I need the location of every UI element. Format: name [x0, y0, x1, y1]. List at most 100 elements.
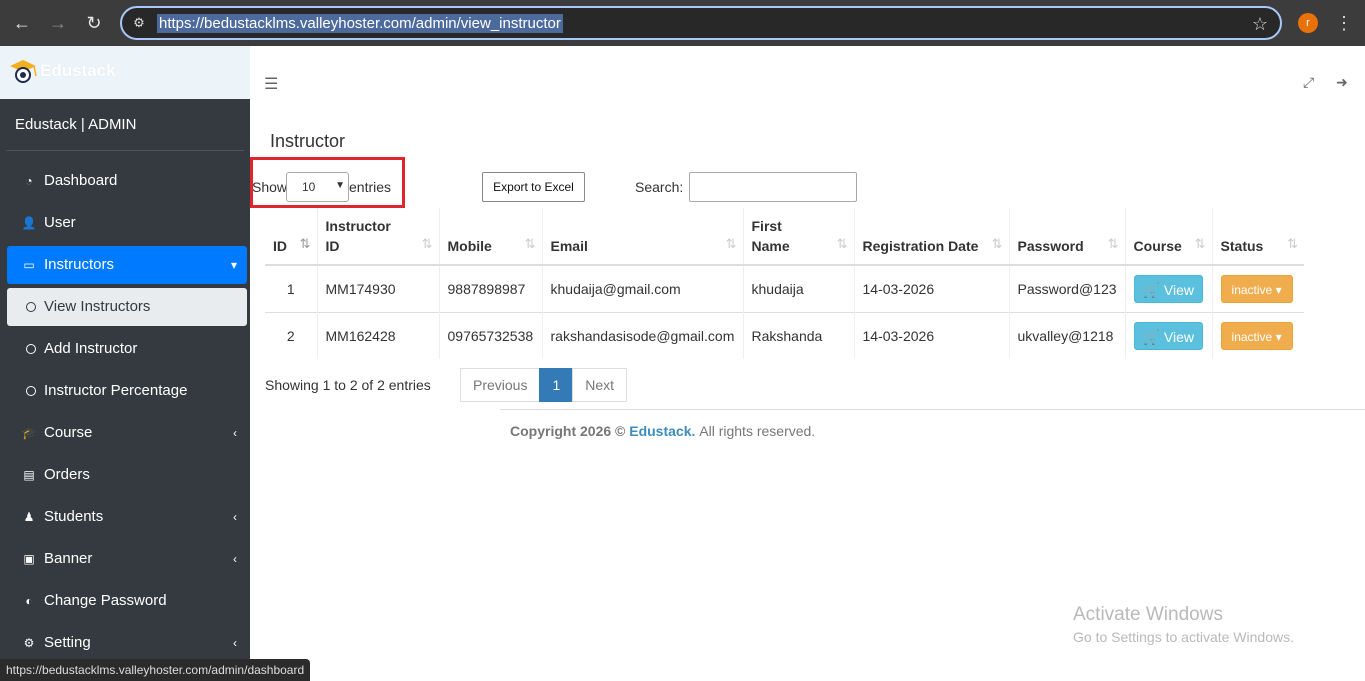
sidebar-item-instructor-percentage[interactable]: Instructor Percentage	[7, 372, 247, 410]
banner-icon: ▣	[23, 552, 35, 566]
course-icon: 🎓	[21, 426, 37, 440]
header-label: Mobile	[447, 238, 492, 254]
sidebar-item-user[interactable]: 👤 User	[7, 204, 247, 242]
sidebar-item-label: Students	[44, 508, 104, 525]
entries-label: entries	[349, 179, 392, 195]
bookmark-star-icon[interactable]: ☆	[1252, 12, 1268, 36]
page-title: Instructor	[270, 131, 346, 151]
sidebar-item-label: Dashboard	[44, 172, 118, 189]
header-label: Status	[1220, 238, 1264, 254]
chevron-left-icon: ‹	[233, 510, 237, 524]
circle-icon	[26, 302, 36, 312]
main-content: ☰ ⤢ ➜ Instructor Show 10 ▼ entries Expor…	[250, 46, 1365, 681]
header-label: First Name	[751, 218, 790, 254]
search-input[interactable]	[689, 172, 857, 202]
export-excel-button[interactable]: Export to Excel	[482, 172, 585, 202]
sidebar-item-label: Banner	[44, 550, 93, 567]
chevron-down-icon: ▾	[230, 258, 237, 272]
sidebar-item-label: Setting	[44, 634, 91, 651]
orders-icon: ▤	[23, 468, 35, 482]
sidebar-item-label: Instructor Percentage	[44, 382, 188, 399]
th-course[interactable]: Course ⇅	[1124, 208, 1213, 266]
sort-icon: ⇅	[725, 236, 737, 251]
reload-icon[interactable]: ↻	[82, 11, 106, 35]
sidebar-item-label: View Instructors	[44, 298, 151, 315]
circle-icon	[26, 386, 36, 396]
browser-status-url: https://bedustacklms.valleyhoster.com/ad…	[0, 659, 311, 681]
sidebar-item-orders[interactable]: ▤ Orders	[7, 456, 247, 494]
sidebar-item-label: Orders	[44, 466, 90, 483]
pagination-previous[interactable]: Previous	[460, 368, 541, 402]
show-label: Show	[252, 179, 288, 195]
students-icon: ♟	[23, 510, 35, 524]
header-label: Email	[550, 238, 588, 254]
th-first-name[interactable]: First Name ⇅	[742, 208, 854, 266]
sidebar-item-students[interactable]: ♟ Students ‹	[7, 498, 247, 536]
chevron-left-icon: ‹	[233, 636, 237, 650]
th-email[interactable]: Email ⇅	[541, 208, 743, 266]
search-label: Search:	[635, 179, 684, 195]
view-course-button[interactable]: 🛒 View	[1133, 321, 1203, 350]
footer-copyright: Copyright 2026 © Edustack. All rights re…	[510, 423, 815, 439]
th-registration-date[interactable]: Registration Date ⇅	[853, 208, 1009, 266]
status-dropdown-button[interactable]: inactive ▾	[1220, 321, 1293, 350]
sort-icon: ⇅	[1194, 236, 1206, 251]
pagination-next[interactable]: Next	[572, 368, 628, 402]
sidebar-item-change-password[interactable]: ◐ Change Password	[7, 582, 247, 620]
pagination: Previous 1 Next	[460, 368, 628, 402]
th-password[interactable]: Password ⇅	[1008, 208, 1126, 266]
header-label: Instructor ID	[325, 218, 391, 254]
sidebar-item-add-instructor[interactable]: Add Instructor	[7, 330, 247, 368]
th-status[interactable]: Status ⇅	[1211, 208, 1305, 266]
sidebar-item-course[interactable]: 🎓 Course ‹	[7, 414, 247, 452]
cell-mobile: 09765732538	[438, 311, 542, 359]
th-id[interactable]: ID ⇅	[265, 208, 317, 266]
user-icon: 👤	[21, 216, 37, 230]
caret-down-icon: ▾	[1275, 282, 1282, 297]
th-instructor-id[interactable]: Instructor ID ⇅	[316, 208, 439, 266]
circle-icon	[26, 344, 36, 354]
forward-icon[interactable]: →	[46, 11, 70, 35]
brand-header[interactable]: Edustack	[0, 46, 250, 99]
profile-avatar[interactable]: r	[1298, 13, 1318, 33]
address-bar[interactable]: ⚙ https://bedustacklms.valleyhoster.com/…	[120, 6, 1282, 40]
logout-icon[interactable]: ➜	[1336, 74, 1348, 91]
view-course-button[interactable]: 🛒 View	[1133, 274, 1203, 303]
cell-status: inactive ▾	[1211, 264, 1305, 312]
sidebar-item-label: User	[44, 214, 76, 231]
copyright-text: Copyright 2026 ©	[510, 423, 626, 439]
status-dropdown-button[interactable]: inactive ▾	[1220, 274, 1293, 303]
pagination-page-1[interactable]: 1	[539, 368, 574, 402]
chevron-left-icon: ‹	[233, 426, 237, 440]
header-label: Registration Date	[862, 238, 979, 254]
entries-value: 10	[302, 180, 316, 194]
menu-toggle-icon[interactable]: ☰	[264, 74, 278, 94]
sort-icon: ⇅	[524, 236, 536, 251]
entries-select[interactable]: 10 ▼	[286, 172, 349, 202]
sidebar-item-dashboard[interactable]: ◔ Dashboard	[7, 162, 247, 200]
footer-brand-link[interactable]: Edustack.	[629, 423, 695, 439]
site-settings-icon[interactable]: ⚙	[130, 14, 148, 32]
browser-menu-icon[interactable]: ⋮	[1335, 11, 1353, 35]
cart-icon: 🛒	[1142, 328, 1160, 345]
panel-title: Edustack | ADMIN	[15, 116, 137, 133]
th-mobile[interactable]: Mobile ⇅	[438, 208, 542, 266]
sidebar-item-setting[interactable]: ⚙ Setting ‹	[7, 624, 247, 662]
sidebar-item-label: Change Password	[44, 592, 167, 609]
sidebar-item-instructors[interactable]: ▭ Instructors ▾	[7, 246, 247, 284]
chevron-left-icon: ‹	[233, 552, 237, 566]
url-text[interactable]: https://bedustacklms.valleyhoster.com/ad…	[157, 14, 563, 33]
cell-course: 🛒 View	[1124, 311, 1213, 359]
sidebar-item-view-instructors[interactable]: View Instructors	[7, 288, 247, 326]
back-icon[interactable]: ←	[10, 11, 34, 35]
header-label: ID	[273, 238, 287, 254]
footer-divider	[500, 409, 1365, 410]
table-row: 2 MM162428 09765732538 rakshandasisode@g…	[265, 311, 1305, 359]
brand-name: Edustack	[40, 61, 116, 80]
sort-icon: ⇅	[836, 236, 848, 251]
cell-email: rakshandasisode@gmail.com	[541, 311, 743, 359]
sidebar: Edustack Edustack | ADMIN ◔ Dashboard 👤 …	[0, 46, 250, 681]
sidebar-item-banner[interactable]: ▣ Banner ‹	[7, 540, 247, 578]
fullscreen-icon[interactable]: ⤢	[1303, 74, 1314, 91]
browser-toolbar: ← → ↻ ⚙ https://bedustacklms.valleyhoste…	[0, 0, 1365, 46]
